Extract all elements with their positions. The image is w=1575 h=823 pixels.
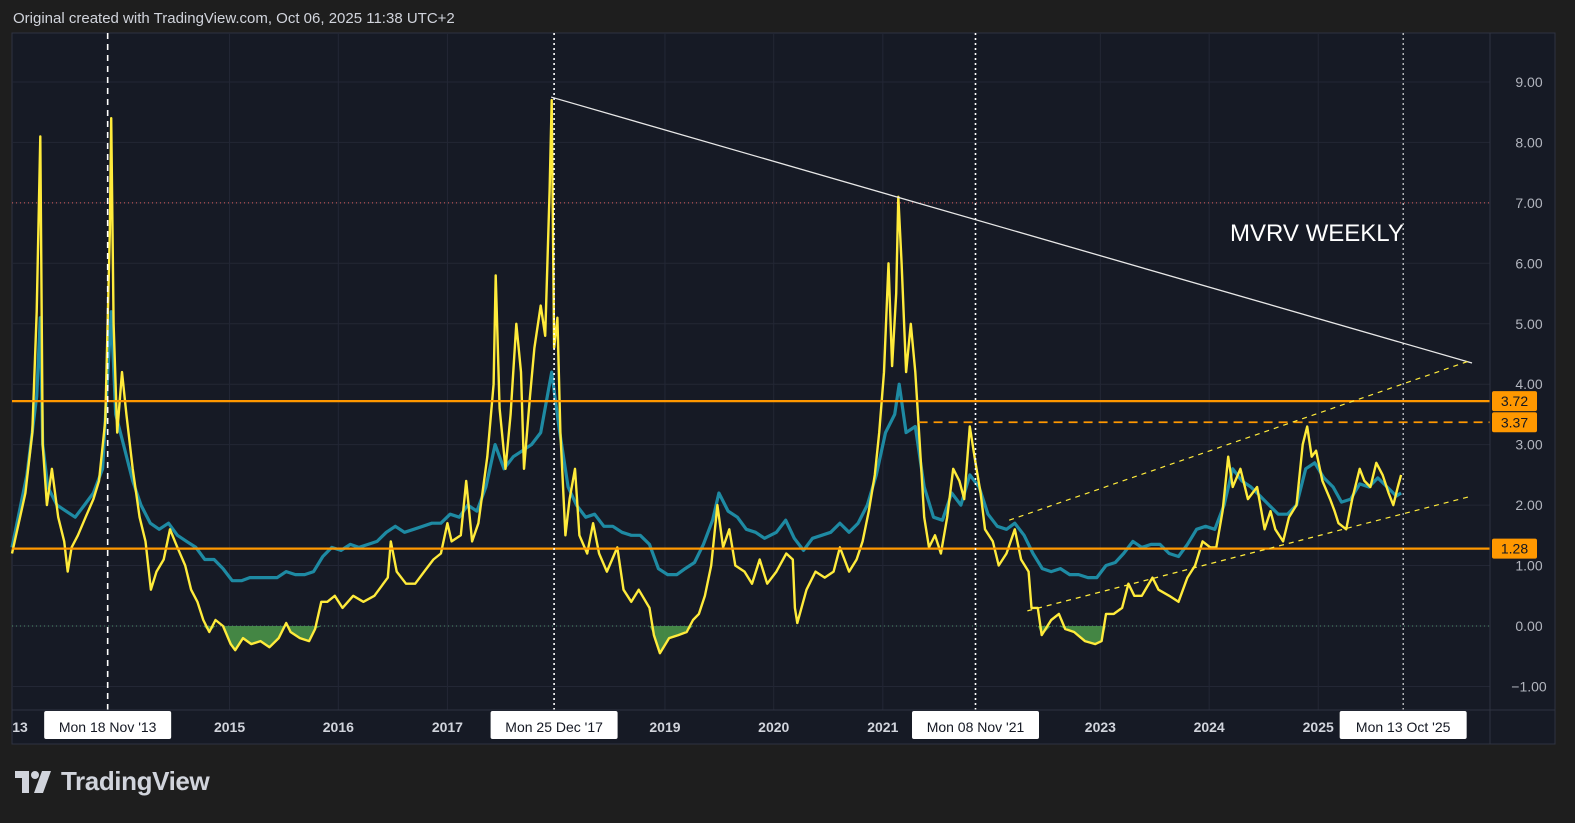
y-tick-label: 6.00	[1515, 255, 1542, 271]
x-tick-label: 2025	[1303, 719, 1334, 735]
x-tick-label: 2016	[323, 719, 354, 735]
x-tick-label: 2019	[649, 719, 680, 735]
y-tick-label: 7.00	[1515, 195, 1542, 211]
chart-page: Original created with TradingView.com, O…	[0, 0, 1575, 823]
y-tick-label: 0.00	[1515, 618, 1542, 634]
x-tick-label: 2021	[867, 719, 898, 735]
level-price-label: 3.72	[1501, 393, 1528, 409]
mvrv-chart[interactable]: 3.72 3.37 1.28 Mon 18 Nov '13 Mon 25 Dec '1…	[0, 0, 1575, 823]
x-tick-label: 2020	[758, 719, 789, 735]
vertical-marker-label: Mon 08 Nov '21	[927, 719, 1025, 735]
y-tick-label: 9.00	[1515, 74, 1542, 90]
level-price-label: 1.28	[1501, 541, 1528, 557]
y-tick-label: 4.00	[1515, 376, 1542, 392]
x-tick-label: 2024	[1194, 719, 1225, 735]
y-tick-label: 3.00	[1515, 437, 1542, 453]
vertical-marker-label: Mon 18 Nov '13	[59, 719, 157, 735]
chart-title: MVRV WEEKLY	[1230, 220, 1404, 247]
y-tick-label: −1.00	[1511, 678, 1547, 694]
vertical-marker-label: Mon 25 Dec '17	[505, 719, 603, 735]
x-tick-label: 2015	[214, 719, 245, 735]
tradingview-logo-icon	[15, 770, 51, 793]
y-tick-label: 8.00	[1515, 134, 1542, 150]
y-tick-label: 2.00	[1515, 497, 1542, 513]
level-price-label: 3.37	[1501, 414, 1528, 430]
y-tick-label: 1.00	[1515, 558, 1542, 574]
tradingview-logo[interactable]: TradingView	[15, 766, 210, 797]
x-tick-label: 2017	[432, 719, 463, 735]
vertical-marker-label: Mon 13 Oct '25	[1356, 719, 1451, 735]
brand-name: TradingView	[61, 766, 210, 796]
y-tick-label: 5.00	[1515, 316, 1542, 332]
x-tick-label: 13	[12, 719, 28, 735]
x-tick-label: 2023	[1085, 719, 1116, 735]
